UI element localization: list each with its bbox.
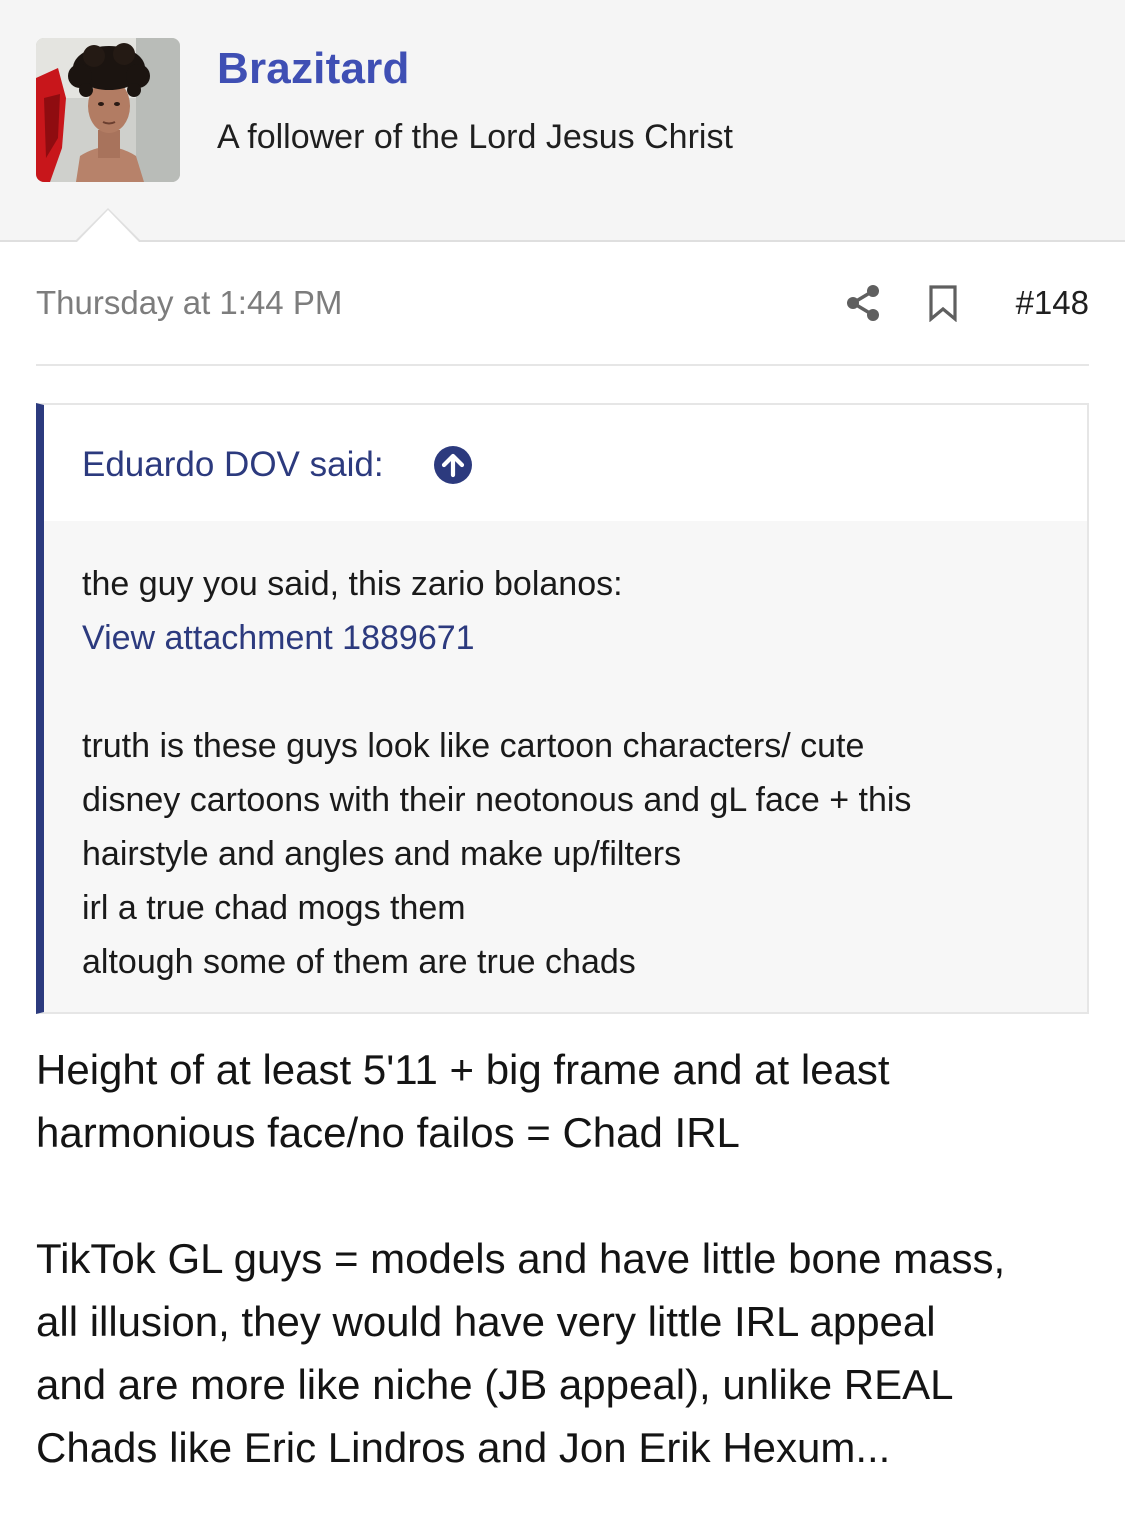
post-text-line: Chads like Eric Lindros and Jon Erik Hex… (36, 1424, 891, 1471)
arrow-up-circle-icon[interactable] (433, 445, 473, 485)
username[interactable]: Brazitard (217, 44, 410, 94)
post-text-line: and are more like niche (JB appeal), unl… (36, 1361, 954, 1408)
meta-divider (36, 364, 1089, 366)
avatar-image (36, 38, 180, 182)
post-text-line: all illusion, they would have very littl… (36, 1298, 936, 1345)
bookmark-icon[interactable] (928, 284, 958, 322)
quote-author-link[interactable]: Eduardo DOV said: (82, 445, 384, 485)
post-body: Height of at least 5'11 + big frame and … (36, 1038, 1106, 1479)
user-header: Brazitard A follower of the Lord Jesus C… (0, 0, 1125, 242)
quote-block: Eduardo DOV said: the guy you said, this… (36, 403, 1089, 1014)
post-text-line: harmonious face/no failos = Chad IRL (36, 1109, 740, 1156)
quote-body: the guy you said, this zario bolanos: Vi… (82, 557, 1072, 989)
quote-text-line: truth is these guys look like cartoon ch… (82, 727, 865, 765)
quote-header: Eduardo DOV said: (44, 405, 1087, 521)
quote-text-line: the guy you said, this zario bolanos: (82, 565, 623, 603)
quote-text-line: altough some of them are true chads (82, 943, 636, 981)
quote-text-line: irl a true chad mogs them (82, 889, 466, 927)
avatar[interactable] (36, 38, 180, 182)
share-icon[interactable] (844, 283, 882, 323)
post-meta-row: Thursday at 1:44 PM #148 (36, 276, 1089, 334)
user-title: A follower of the Lord Jesus Christ (217, 118, 733, 156)
post-timestamp[interactable]: Thursday at 1:44 PM (36, 284, 342, 322)
post-number-link[interactable]: #148 (1016, 284, 1089, 322)
quote-text-line: disney cartoons with their neotonous and… (82, 781, 912, 819)
post-text-line: Height of at least 5'11 + big frame and … (36, 1046, 890, 1093)
quote-text-line: hairstyle and angles and make up/filters (82, 835, 682, 873)
attachment-link[interactable]: View attachment 1889671 (82, 611, 1072, 665)
post-text-line: TikTok GL guys = models and have little … (36, 1235, 1006, 1282)
